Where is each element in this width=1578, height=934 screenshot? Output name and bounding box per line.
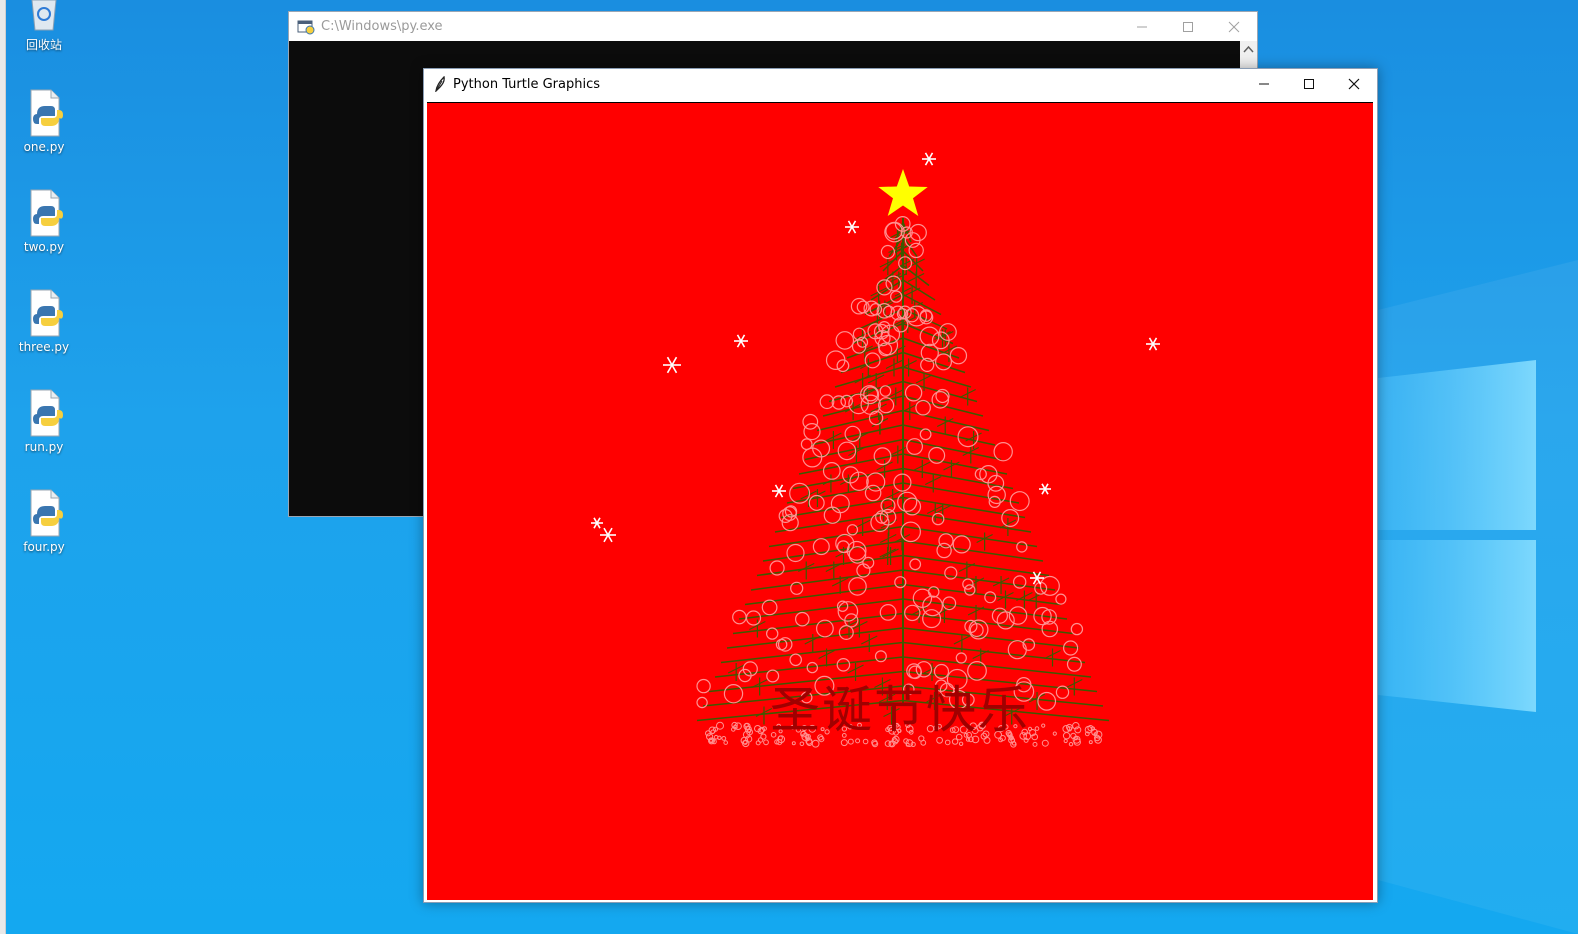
desktop-icon-recycle-bin[interactable]: 回收站: [14, 0, 74, 53]
python-file-icon: [30, 289, 63, 337]
turtle-close-button[interactable]: [1331, 69, 1377, 99]
snowflakes: [591, 152, 1160, 585]
console-maximize-button[interactable]: [1165, 12, 1211, 41]
desktop-icon-run-py[interactable]: run.py: [14, 388, 74, 454]
close-icon: [1228, 21, 1240, 32]
desktop-icon-four-py[interactable]: four.py: [14, 488, 74, 554]
left-edge-strip: [0, 0, 6, 934]
christmas-tree-drawing: [591, 152, 1160, 748]
turtle-title: Python Turtle Graphics: [453, 76, 600, 92]
chevron-up-icon: [1243, 45, 1254, 53]
console-titlebar[interactable]: C:\Windows\py.exe: [289, 12, 1257, 41]
close-icon: [1348, 78, 1360, 90]
console-title: C:\Windows\py.exe: [321, 19, 443, 34]
console-close-button[interactable]: [1211, 12, 1257, 41]
python-file-icon: [30, 189, 63, 237]
greeting-text: 圣诞节快乐: [770, 681, 1030, 739]
desktop-icon-two-py[interactable]: two.py: [14, 188, 74, 254]
python-file-icon: [30, 489, 63, 537]
desktop-icon-label: two.py: [23, 240, 65, 254]
turtle-maximize-button[interactable]: [1286, 69, 1332, 99]
turtle-minimize-button[interactable]: [1241, 69, 1287, 99]
desktop-icon-label: 回收站: [25, 38, 62, 52]
tree-star-icon: [878, 169, 928, 216]
tree-branches: [696, 218, 1110, 725]
desktop-icon-one-py[interactable]: one.py: [14, 88, 74, 154]
maximize-icon: [1304, 79, 1314, 89]
desktop-icon-label: one.py: [23, 140, 65, 154]
desktop-icon-label: four.py: [23, 540, 65, 554]
turtle-graphics-window[interactable]: Python Turtle Graphics 圣诞节快乐: [423, 68, 1378, 903]
console-minimize-button[interactable]: [1119, 12, 1165, 41]
python-file-icon: [30, 89, 63, 137]
turtle-titlebar[interactable]: Python Turtle Graphics: [424, 69, 1377, 99]
minimize-icon: [1137, 26, 1147, 27]
turtle-canvas[interactable]: 圣诞节快乐: [427, 102, 1373, 900]
desktop-icon-three-py[interactable]: three.py: [14, 288, 74, 354]
desktop-icon-label: three.py: [18, 340, 70, 354]
console-scrollbar[interactable]: [1240, 41, 1257, 71]
console-app-icon: [297, 20, 315, 34]
desktop-icon-label: run.py: [24, 440, 64, 454]
minimize-icon: [1259, 83, 1269, 85]
maximize-icon: [1183, 21, 1193, 32]
desktop: 回收站 one.py two.py three.py run.py four.p…: [0, 0, 1578, 934]
feather-icon: [435, 76, 445, 92]
recycle-bin-icon: [31, 0, 57, 31]
python-file-icon: [30, 389, 63, 437]
